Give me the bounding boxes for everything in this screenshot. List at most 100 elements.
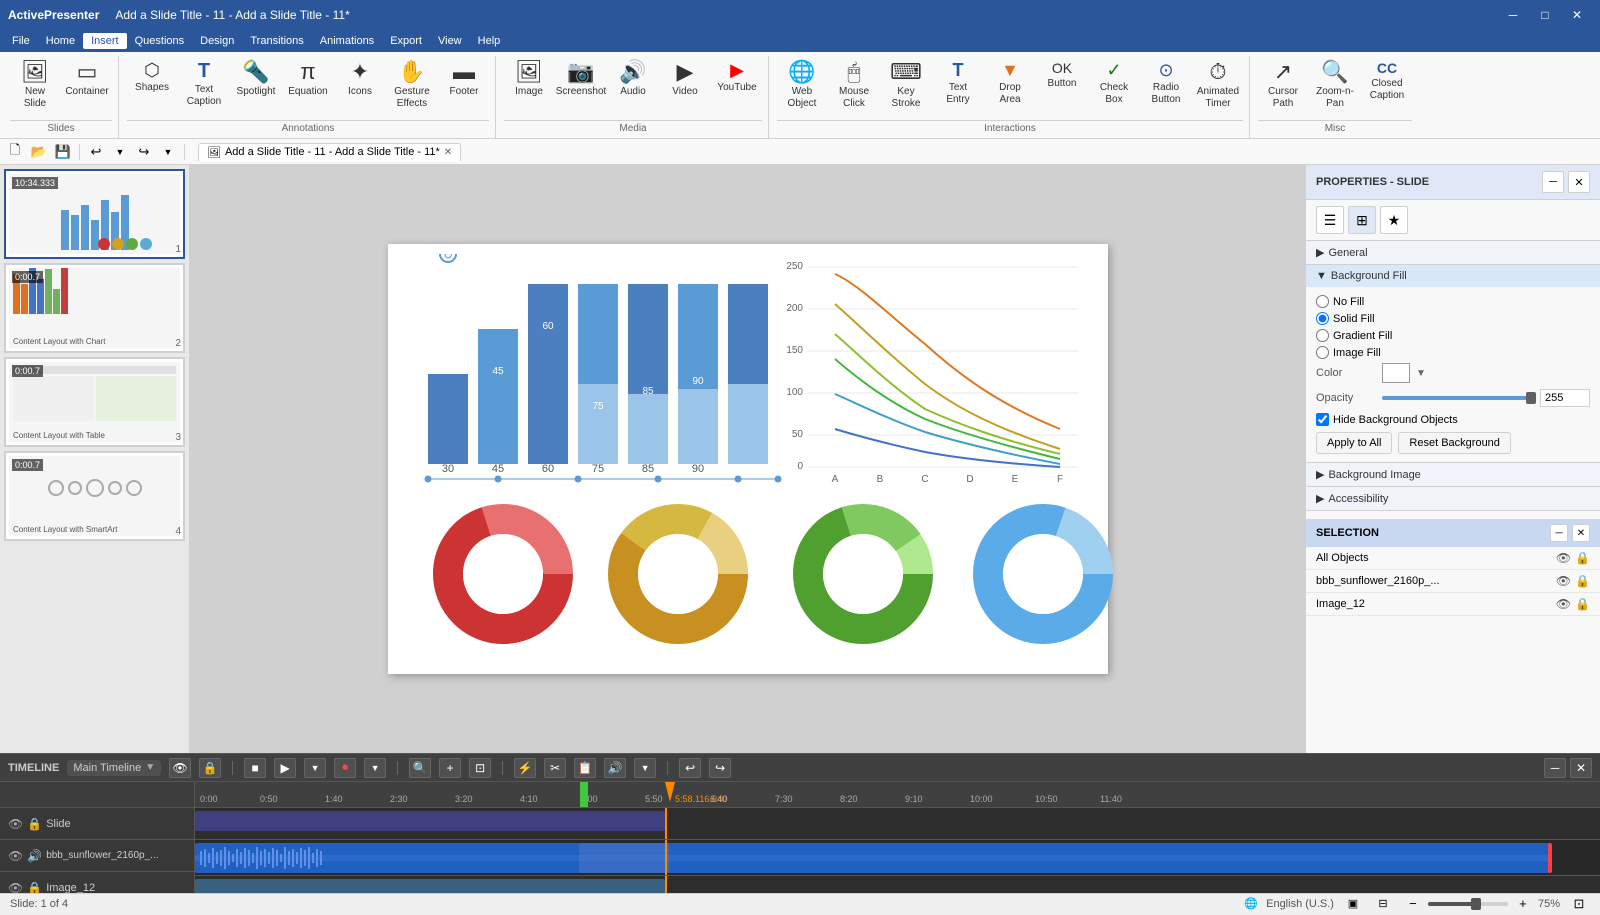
selection-close[interactable]: ✕ (1572, 524, 1590, 542)
tl-bbb-clip[interactable] (195, 843, 1550, 873)
image12-visibility-icon[interactable]: 👁 (1556, 597, 1571, 611)
tl-play-dropdown[interactable]: ▼ (304, 758, 326, 778)
youtube-button[interactable]: ▶ YouTube (712, 56, 762, 118)
tl-slide-clip[interactable] (195, 811, 665, 831)
video-button[interactable]: ▶ Video (660, 56, 710, 118)
prop-minimize[interactable]: ─ (1542, 171, 1564, 193)
tl-cut-btn[interactable]: ✂ (544, 758, 566, 778)
new-slide-button[interactable]: 🖼 NewSlide (10, 56, 60, 118)
view-normal-btn[interactable]: ▣ (1342, 893, 1364, 915)
closed-caption-button[interactable]: CC ClosedCaption (1362, 56, 1412, 118)
tl-lock-btn[interactable]: 🔒 (199, 758, 221, 778)
tl-redo-btn[interactable]: ↪ (709, 758, 731, 778)
menu-transitions[interactable]: Transitions (242, 33, 311, 49)
minimize-button[interactable]: ─ (1498, 5, 1528, 25)
tl-record-dropdown[interactable]: ▼ (364, 758, 386, 778)
prop-bg-image-header[interactable]: ▶ Background Image (1306, 463, 1600, 486)
slide-canvas[interactable]: 30 45 60 75 85 90 (388, 244, 1108, 674)
key-stroke-button[interactable]: ⌨ KeyStroke (881, 56, 931, 118)
menu-file[interactable]: File (4, 33, 38, 49)
button-button[interactable]: OK Button (1037, 56, 1087, 118)
lock-icon[interactable]: 🔒 (1575, 551, 1590, 565)
image-button[interactable]: 🖼 Image (504, 56, 554, 118)
maximize-button[interactable]: □ (1530, 5, 1560, 25)
tl-image12-eye[interactable]: 👁 (8, 881, 23, 894)
fit-page-btn[interactable]: ⊡ (1568, 893, 1590, 915)
menu-design[interactable]: Design (192, 33, 242, 49)
radio-gradient-fill-input[interactable] (1316, 329, 1329, 342)
drop-area-button[interactable]: ▼ DropArea (985, 56, 1035, 118)
save-button[interactable]: 💾 (52, 141, 74, 163)
tl-split-btn[interactable]: ⚡ (514, 758, 536, 778)
menu-animations[interactable]: Animations (312, 33, 382, 49)
radio-solid-fill-input[interactable] (1316, 312, 1329, 325)
menu-insert[interactable]: Insert (83, 33, 127, 49)
text-caption-button[interactable]: T TextCaption (179, 56, 229, 118)
menu-home[interactable]: Home (38, 33, 83, 49)
menu-help[interactable]: Help (470, 33, 509, 49)
slide-thumb-3[interactable]: 0:00.7 Content Layout with Table 3 (4, 357, 185, 447)
spotlight-button[interactable]: 🔦 Spotlight (231, 56, 281, 118)
audio-button[interactable]: 🔊 Audio (608, 56, 658, 118)
image12-lock-icon[interactable]: 🔒 (1575, 597, 1590, 611)
reset-background-button[interactable]: Reset Background (1398, 432, 1511, 454)
hide-bg-objects-input[interactable] (1316, 413, 1329, 426)
prop-bg-fill-header[interactable]: ▼ Background Fill (1306, 265, 1600, 287)
prop-star-view[interactable]: ★ (1380, 206, 1408, 234)
zoom-out-btn[interactable]: − (1402, 893, 1424, 915)
icons-button[interactable]: ✦ Icons (335, 56, 385, 118)
gesture-effects-button[interactable]: ✋ GestureEffects (387, 56, 437, 118)
tl-slide-eye[interactable]: 👁 (8, 817, 23, 831)
selection-item-sunflower[interactable]: bbb_sunflower_2160p_... 👁 🔒 (1306, 570, 1600, 593)
color-swatch[interactable] (1382, 363, 1410, 383)
text-entry-button[interactable]: T TextEntry (933, 56, 983, 118)
tl-image12-lock[interactable]: 🔒 (27, 881, 42, 894)
redo-dropdown[interactable]: ▼ (157, 141, 179, 163)
animated-timer-button[interactable]: ⏱ AnimatedTimer (1193, 56, 1243, 118)
tl-volume-dropdown[interactable]: ▼ (634, 758, 656, 778)
prop-list-view[interactable]: ☰ (1316, 206, 1344, 234)
slide-thumb-2[interactable]: 0:00.7 Content Layout with Chart 2 (4, 263, 185, 353)
check-box-button[interactable]: ✓ CheckBox (1089, 56, 1139, 118)
tl-undo-btn[interactable]: ↩ (679, 758, 701, 778)
tl-paste-btn[interactable]: 📋 (574, 758, 596, 778)
tl-stop-btn[interactable]: ■ (244, 758, 266, 778)
tl-bbb-eye[interactable]: 👁 (8, 849, 23, 863)
new-file-button[interactable]: 🗋 (4, 141, 26, 163)
tl-minimize-btn[interactable]: ─ (1544, 758, 1566, 778)
apply-to-all-button[interactable]: Apply to All (1316, 432, 1392, 454)
visibility-icon[interactable]: 👁 (1556, 551, 1571, 565)
tl-bbb-lock[interactable]: 🔊 (27, 849, 42, 863)
timeline-dropdown[interactable]: Main Timeline ▼ (67, 760, 161, 776)
equation-button[interactable]: π Equation (283, 56, 333, 118)
tab-slide-11[interactable]: 🖼 Add a Slide Title - 11 - Add a Slide T… (198, 143, 461, 161)
tl-volume-btn[interactable]: 🔊 (604, 758, 626, 778)
close-button[interactable]: ✕ (1562, 5, 1592, 25)
opacity-input[interactable] (1540, 389, 1590, 407)
tl-close-btn[interactable]: ✕ (1570, 758, 1592, 778)
open-button[interactable]: 📂 (28, 141, 50, 163)
screenshot-button[interactable]: 📷 Screenshot (556, 56, 606, 118)
prop-grid-view[interactable]: ⊞ (1348, 206, 1376, 234)
undo-button[interactable]: ↩ (85, 141, 107, 163)
selection-item-all[interactable]: All Objects 👁 🔒 (1306, 547, 1600, 570)
view-slide-btn[interactable]: ⊟ (1372, 893, 1394, 915)
zoom-in-btn[interactable]: + (1512, 893, 1534, 915)
selection-minimize[interactable]: ─ (1550, 524, 1568, 542)
slide-thumb-1[interactable]: 10:34.333 1 (4, 169, 185, 259)
radio-button-button[interactable]: ⊙ RadioButton (1141, 56, 1191, 118)
web-object-button[interactable]: 🌐 WebObject (777, 56, 827, 118)
undo-dropdown[interactable]: ▼ (109, 141, 131, 163)
tl-zoom-in-btn[interactable]: + (439, 758, 461, 778)
tl-zoom-out-btn[interactable]: 🔍 (409, 758, 431, 778)
cursor-path-button[interactable]: ↗ CursorPath (1258, 56, 1308, 118)
mouse-click-button[interactable]: 🖱 MouseClick (829, 56, 879, 118)
prop-accessibility-header[interactable]: ▶ Accessibility (1306, 487, 1600, 510)
radio-image-fill-input[interactable] (1316, 346, 1329, 359)
menu-export[interactable]: Export (382, 33, 430, 49)
selection-item-image12[interactable]: Image_12 👁 🔒 (1306, 593, 1600, 616)
opacity-slider[interactable] (1382, 396, 1534, 400)
tab-close[interactable]: ✕ (444, 147, 452, 158)
tl-zoom-fit-btn[interactable]: ⊡ (469, 758, 491, 778)
tl-image12-clip[interactable] (195, 879, 665, 893)
